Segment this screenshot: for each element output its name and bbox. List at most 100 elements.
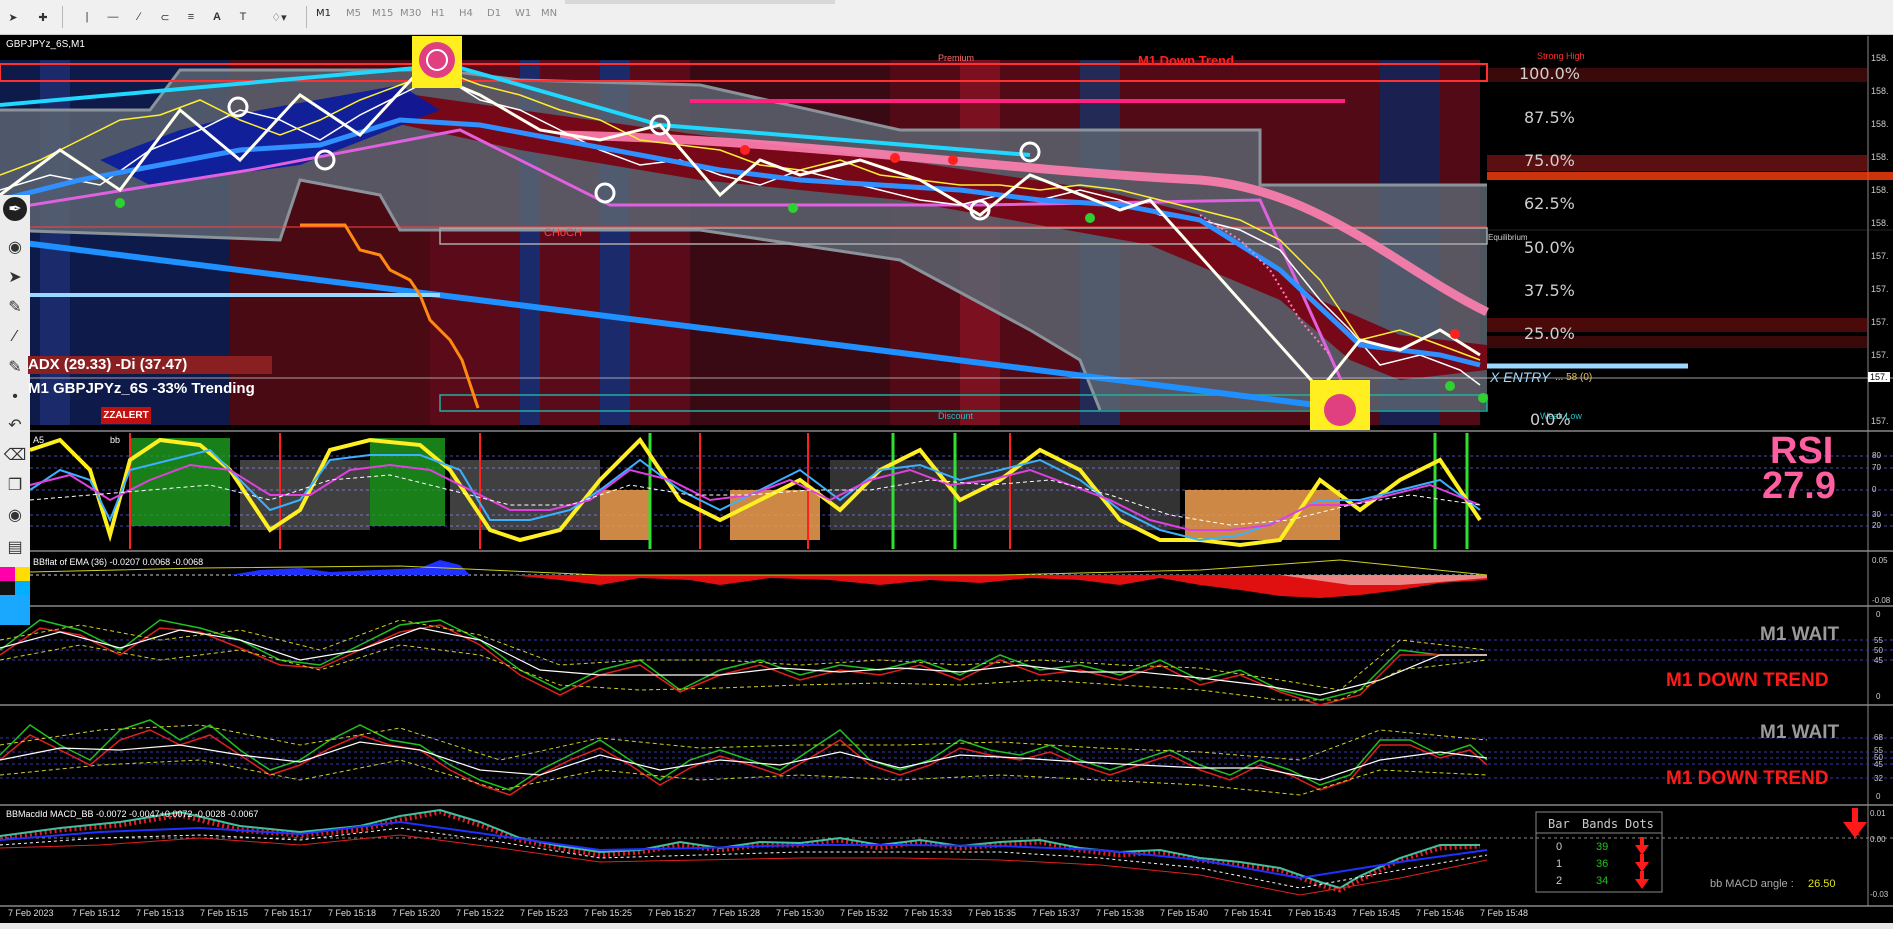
fib-0: 0.0% — [1530, 410, 1571, 429]
macd-scale: 0.00 — [1870, 835, 1886, 844]
time-axis-label: 7 Feb 15:37 — [1032, 908, 1081, 918]
trash-icon[interactable]: ⌫ — [3, 443, 27, 467]
time-axis-label: 7 Feb 15:43 — [1288, 908, 1337, 918]
panel3-scale: 45 — [1874, 656, 1883, 665]
time-axis-label: 7 Feb 15:13 — [136, 908, 185, 918]
time-axis-label: 7 Feb 2023 — [8, 908, 54, 918]
panel4-status: M1 WAIT — [1760, 722, 1840, 743]
time-axis-label: 7 Feb 15:27 — [648, 908, 697, 918]
clipboard-icon[interactable]: ▤ — [3, 535, 27, 559]
rsi-scale: 20 — [1872, 521, 1881, 530]
fib-87: 87.5% — [1524, 108, 1575, 127]
ema-scale: -0.08 — [1872, 596, 1891, 605]
time-axis-label: 7 Feb 15:46 — [1416, 908, 1465, 918]
time-axis-label: 7 Feb 15:45 — [1352, 908, 1401, 918]
rsi-prefix: A5 — [33, 435, 45, 445]
time-axis-label: 7 Feb 15:30 — [776, 908, 825, 918]
price-tick: 158. — [1871, 86, 1889, 96]
time-axis-label: 7 Feb 15:17 — [264, 908, 313, 918]
table-row-bar: 1 — [1556, 858, 1563, 870]
fib-62: 62.5% — [1524, 194, 1575, 213]
fib-50: 50.0% — [1524, 238, 1575, 257]
time-axis-label: 7 Feb 15:48 — [1480, 908, 1529, 918]
entry-value: ... 58 (0) — [1555, 372, 1593, 383]
time-axis-label: 7 Feb 15:18 — [328, 908, 377, 918]
entry-label: X ENTRY — [1490, 369, 1551, 385]
ruler-icon[interactable]: ✎ — [3, 295, 27, 319]
time-axis-label: 7 Feb 15:32 — [840, 908, 889, 918]
panel4-scale: 45 — [1874, 760, 1883, 769]
fib-25: 25.0% — [1524, 324, 1575, 343]
strong-high-label: Strong High — [1537, 51, 1585, 61]
color-palette[interactable] — [0, 567, 30, 625]
table-row-bands: 34 — [1596, 875, 1609, 887]
bottom-scrollbar[interactable] — [0, 923, 1893, 929]
ema-scale: 0.05 — [1872, 556, 1888, 565]
time-axis-label: 7 Feb 15:28 — [712, 908, 761, 918]
panel3-scale: 0 — [1876, 610, 1881, 619]
table-header-bar: Bar — [1548, 817, 1570, 831]
trending-label: M1 GBPJPYz_6S -33% Trending — [28, 380, 255, 397]
left-tool-strip: ✒ ◉ ➤ ✎ ∕ ✎ • ↶ ⌫ ❐ ◉ ▤ — [0, 195, 30, 625]
panel3-scale: 0 — [1876, 692, 1881, 701]
price-tick: 157. — [1871, 416, 1889, 426]
rsi-scale: 70 — [1872, 463, 1881, 472]
ema-label: BBflat of EMA (36) -0.0207 0.0068 -0.006… — [33, 557, 204, 567]
table-row-bands: 36 — [1596, 858, 1609, 870]
table-header-bands: Bands — [1582, 817, 1619, 831]
time-axis-label: 7 Feb 15:20 — [392, 908, 441, 918]
line-tool-icon[interactable]: ∕ — [3, 325, 27, 349]
panel4-scale: 32 — [1874, 774, 1883, 783]
copy-icon[interactable]: ❐ — [3, 473, 27, 497]
adx-label: ADX (29.33) -Di (37.47) — [28, 356, 272, 374]
price-tick: 157. — [1871, 317, 1889, 327]
table-row-bar: 2 — [1556, 875, 1563, 887]
price-tick: 157. — [1871, 284, 1889, 294]
table-row-bands: 39 — [1596, 841, 1609, 853]
rsi-value: 27.9 — [1762, 465, 1836, 507]
time-axis-label: 7 Feb 15:23 — [520, 908, 569, 918]
rsi-scale: 30 — [1872, 510, 1881, 519]
current-price-tag: 157. — [1868, 372, 1890, 382]
macd-angle-label: bb MACD angle : — [1710, 878, 1794, 890]
measure-icon[interactable]: ✎ — [3, 355, 27, 379]
symbol-label: GBPJPYz_6S,M1 — [6, 39, 85, 50]
rsi-scale: 0 — [1872, 485, 1877, 494]
zzalert-button[interactable]: ZZALERT — [101, 407, 151, 424]
price-tick: 158. — [1871, 152, 1889, 162]
price-tick: 157. — [1871, 350, 1889, 360]
rsi-bb-label: bb — [110, 435, 121, 445]
panel3-trend: M1 DOWN TREND — [1666, 670, 1829, 691]
time-axis: 7 Feb 2023 7 Feb 15:12 7 Feb 15:13 7 Feb 15… — [0, 908, 1540, 922]
time-axis-label: 7 Feb 15:40 — [1160, 908, 1209, 918]
macd-label: BBMacdId MACD_BB -0.0072 -0.0047+0.0072 … — [6, 809, 259, 819]
table-row-bar: 0 — [1556, 841, 1563, 853]
undo-icon[interactable]: ↶ — [3, 413, 27, 437]
choch-label: CHoCH — [544, 227, 582, 239]
table-header-dots: Dots — [1625, 817, 1654, 831]
time-axis-label: 7 Feb 15:15 — [200, 908, 249, 918]
eye-icon[interactable]: ◉ — [3, 235, 27, 259]
panel4-scale: 68 — [1874, 733, 1883, 742]
time-axis-label: 7 Feb 15:35 — [968, 908, 1017, 918]
discount-label: Discount — [938, 411, 974, 421]
arrow-pointer-icon[interactable]: ➤ — [3, 265, 27, 289]
macd-scale: -0.03 — [1870, 890, 1889, 899]
pen-icon[interactable]: ✒ — [3, 197, 27, 221]
time-axis-label: 7 Feb 15:41 — [1224, 908, 1273, 918]
camera-icon[interactable]: ◉ — [3, 503, 27, 527]
price-tick: 158. — [1871, 185, 1889, 195]
equilibrium-label: Equilibrium — [1488, 233, 1528, 242]
time-axis-label: 7 Feb 15:38 — [1096, 908, 1145, 918]
time-axis-label: 7 Feb 15:22 — [456, 908, 505, 918]
macd-scale: 0.01 — [1870, 809, 1886, 818]
time-axis-label: 7 Feb 15:12 — [72, 908, 121, 918]
fib-37: 37.5% — [1524, 281, 1575, 300]
panel3-status: M1 WAIT — [1760, 624, 1840, 645]
chart-canvas — [0, 36, 1893, 923]
panel3-scale: 50 — [1874, 646, 1883, 655]
price-tick: 157. — [1871, 251, 1889, 261]
macd-angle-value: 26.50 — [1808, 878, 1836, 890]
rsi-scale: 80 — [1872, 451, 1881, 460]
dot-icon[interactable]: • — [3, 385, 27, 409]
